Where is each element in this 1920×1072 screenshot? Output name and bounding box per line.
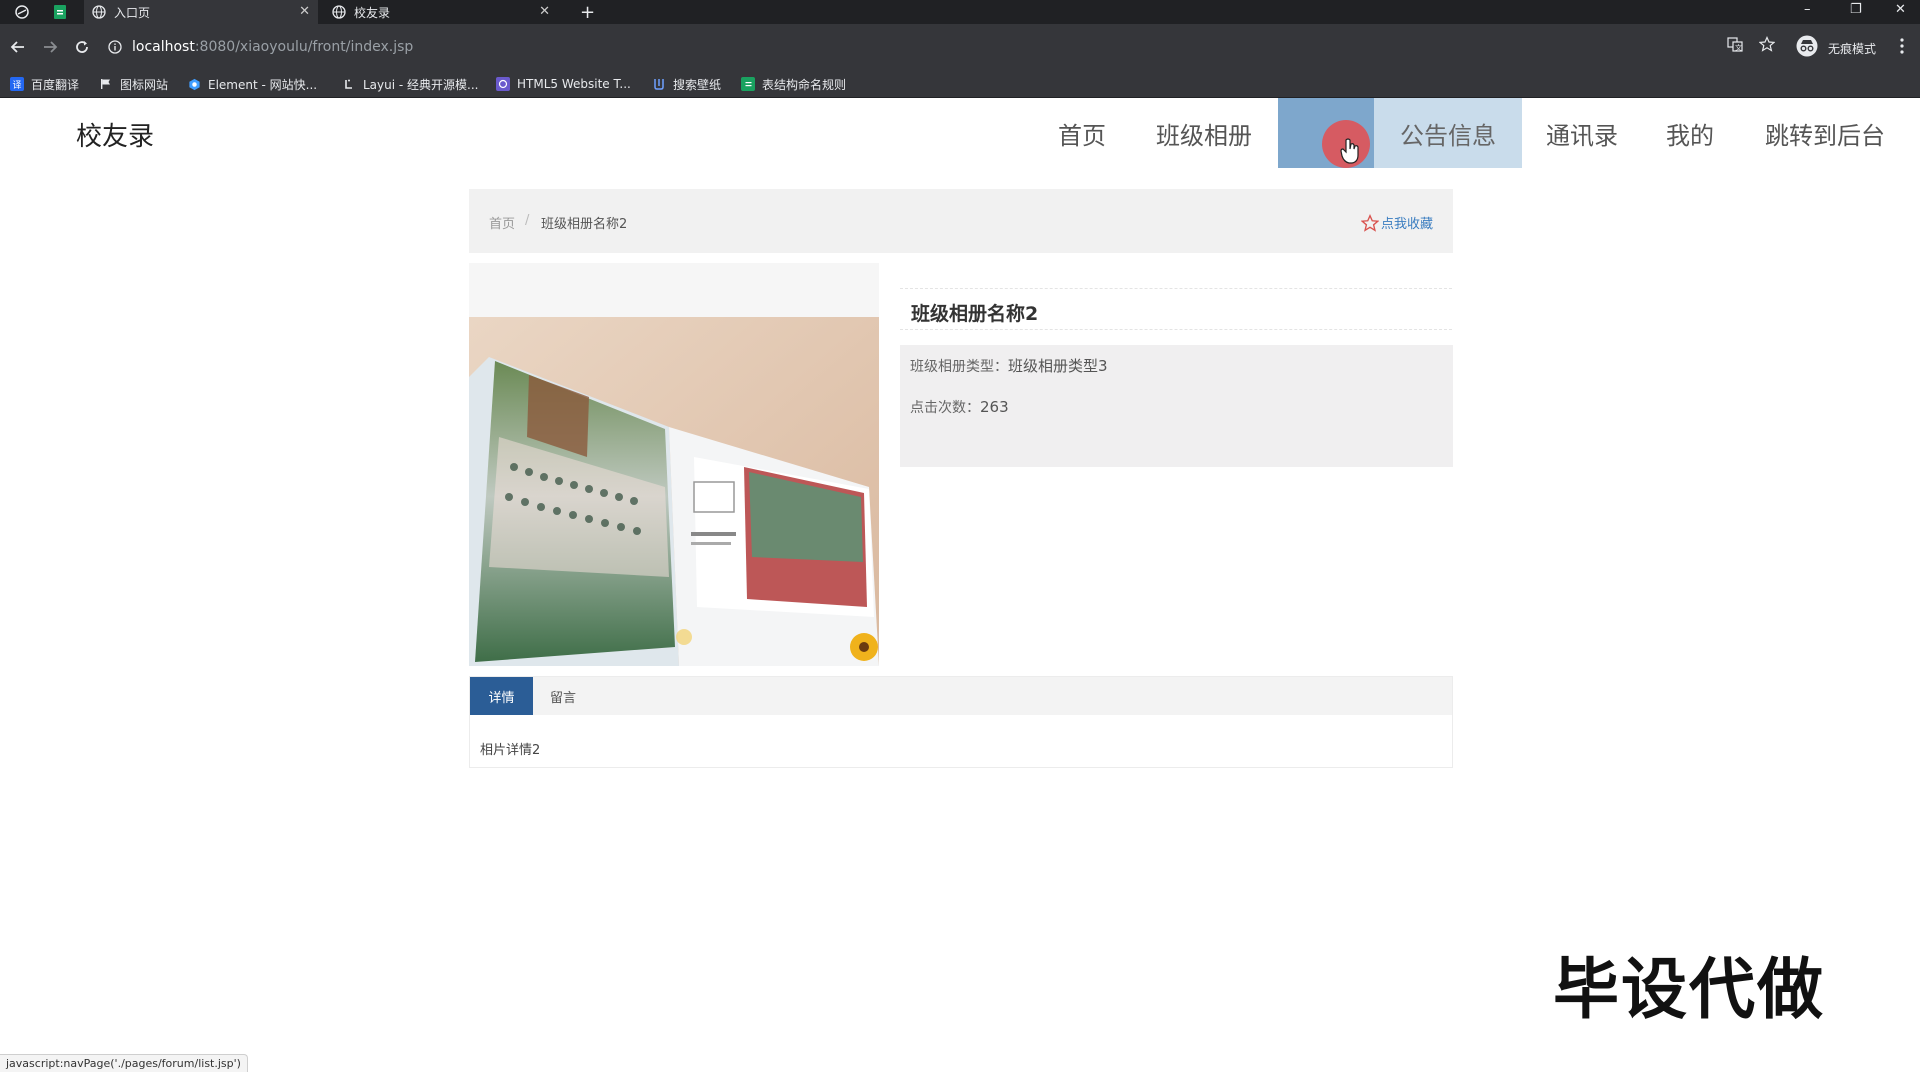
new-tab-button[interactable]: + bbox=[572, 0, 596, 24]
info-icon[interactable] bbox=[108, 40, 122, 54]
bookmark-layui[interactable]: Layui - 经典开源模... bbox=[342, 76, 478, 92]
nav-class-album[interactable]: 班级相册 bbox=[1142, 98, 1266, 168]
translate-icon[interactable]: 文 bbox=[1727, 36, 1743, 56]
breadcrumb-home[interactable]: 首页 bbox=[489, 213, 515, 232]
status-bar: javascript:navPage('./pages/forum/list.j… bbox=[0, 1054, 248, 1072]
incognito-label: 无痕模式 bbox=[1828, 42, 1877, 56]
address-bar[interactable]: localhost:8080/xiaoyoulu/front/index.jsp bbox=[108, 32, 1708, 62]
nav-admin[interactable]: 跳转到后台 bbox=[1750, 98, 1900, 168]
bookmark-baidu-translate[interactable]: 译 百度翻译 bbox=[10, 76, 79, 92]
bookmarks-bar: 译 百度翻译 图标网站 Element - 网站快... Layui - 经典开… bbox=[0, 70, 1920, 98]
layui-icon bbox=[342, 77, 356, 91]
minimize-button[interactable]: – bbox=[1804, 2, 1811, 17]
nav-contacts[interactable]: 通讯录 bbox=[1534, 98, 1630, 168]
bookmark-element[interactable]: Element - 网站快... bbox=[187, 76, 317, 92]
globe-icon bbox=[332, 5, 346, 19]
wallpaper-icon bbox=[652, 77, 666, 91]
arrow-left-icon bbox=[10, 41, 24, 53]
arrow-right-icon bbox=[44, 41, 58, 53]
click-count-row: 点击次数：263 bbox=[910, 397, 1009, 417]
bookmark-wallpaper[interactable]: 搜索壁纸 bbox=[652, 76, 721, 92]
restore-button[interactable]: ❐ bbox=[1850, 2, 1862, 17]
album-title: 班级相册名称2 bbox=[911, 303, 1039, 325]
element-icon bbox=[187, 77, 201, 91]
nav-mine[interactable]: 我的 bbox=[1650, 98, 1730, 168]
detail-tabs: 详情 留言 相片详情2 bbox=[469, 676, 1453, 768]
back-button[interactable] bbox=[8, 37, 28, 57]
flag-icon bbox=[99, 77, 113, 91]
tab-content: 相片详情2 bbox=[480, 743, 541, 758]
tab-entry-page[interactable]: 入口页 ✕ bbox=[84, 0, 318, 24]
html5-template-icon bbox=[496, 77, 510, 91]
album-type-value: 班级相册类型3 bbox=[1008, 357, 1108, 375]
browser-tab-strip: 入口页 ✕ 校友录 ✕ + – ❐ ✕ bbox=[0, 0, 1920, 24]
browser-toolbar: localhost:8080/xiaoyoulu/front/index.jsp… bbox=[0, 24, 1920, 70]
reload-icon bbox=[76, 41, 88, 53]
tab-comments[interactable]: 留言 bbox=[533, 677, 593, 715]
tab-alumni[interactable]: 校友录 ✕ bbox=[324, 0, 558, 24]
bookmark-icon-site[interactable]: 图标网站 bbox=[99, 76, 168, 92]
favorite-button[interactable]: 点我收藏 bbox=[1360, 213, 1433, 232]
tab-title: 校友录 bbox=[354, 5, 391, 20]
album-type-label: 班级相册类型： bbox=[910, 359, 1008, 375]
watermark-text: 毕设代做 bbox=[1553, 951, 1825, 1028]
bookmark-html5-template[interactable]: HTML5 Website T... bbox=[496, 76, 631, 92]
nav-announcements[interactable]: 公告信息 bbox=[1374, 98, 1522, 168]
nav-home[interactable]: 首页 bbox=[1044, 98, 1120, 168]
tab-title: 入口页 bbox=[114, 5, 151, 20]
close-icon[interactable]: ✕ bbox=[539, 4, 550, 19]
tab-details[interactable]: 详情 bbox=[470, 677, 533, 715]
bookmark-naming-rules[interactable]: 表结构命名规则 bbox=[741, 76, 846, 92]
reload-button[interactable] bbox=[72, 37, 92, 57]
sheet-icon bbox=[741, 77, 755, 91]
baidu-translate-icon: 译 bbox=[10, 77, 24, 91]
star-icon bbox=[1360, 213, 1379, 232]
tabs-header: 详情 留言 bbox=[470, 677, 1452, 715]
breadcrumb-current: 班级相册名称2 bbox=[541, 217, 628, 232]
album-type-row: 班级相册类型：班级相册类型3 bbox=[910, 355, 1108, 376]
svg-text:文: 文 bbox=[1735, 43, 1742, 52]
globe-icon bbox=[92, 5, 106, 19]
favorite-label: 点我收藏 bbox=[1380, 217, 1433, 232]
more-menu-icon[interactable] bbox=[1900, 38, 1904, 58]
site-title[interactable]: 校友录 bbox=[76, 116, 154, 153]
breadcrumb: 首页 / 班级相册名称2 点我收藏 bbox=[469, 189, 1453, 253]
web-page: 校友录 首页 班级相册 公告信息 通讯录 我的 跳转到后台 首页 / 班级相册名… bbox=[0, 98, 1920, 1072]
click-count-value: 263 bbox=[980, 398, 1009, 416]
hand-cursor-icon bbox=[1340, 138, 1359, 164]
close-icon[interactable]: ✕ bbox=[299, 4, 310, 19]
incognito-icon[interactable] bbox=[1796, 35, 1818, 61]
url-host: localhost bbox=[132, 39, 195, 55]
click-count-label: 点击次数： bbox=[910, 400, 980, 416]
bookmark-star-icon[interactable] bbox=[1758, 36, 1776, 56]
album-info-panel: 班级相册类型：班级相册类型3 点击次数：263 bbox=[900, 345, 1453, 467]
album-cover-image[interactable] bbox=[469, 317, 879, 666]
breadcrumb-separator: / bbox=[525, 213, 530, 228]
forward-button[interactable] bbox=[40, 37, 60, 57]
pinned-sheet-tab-icon[interactable] bbox=[51, 3, 69, 21]
url-path: :8080/xiaoyoulu/front/index.jsp bbox=[194, 39, 414, 55]
window-close-button[interactable]: ✕ bbox=[1895, 2, 1906, 17]
chrome-menu-icon[interactable] bbox=[13, 3, 31, 21]
